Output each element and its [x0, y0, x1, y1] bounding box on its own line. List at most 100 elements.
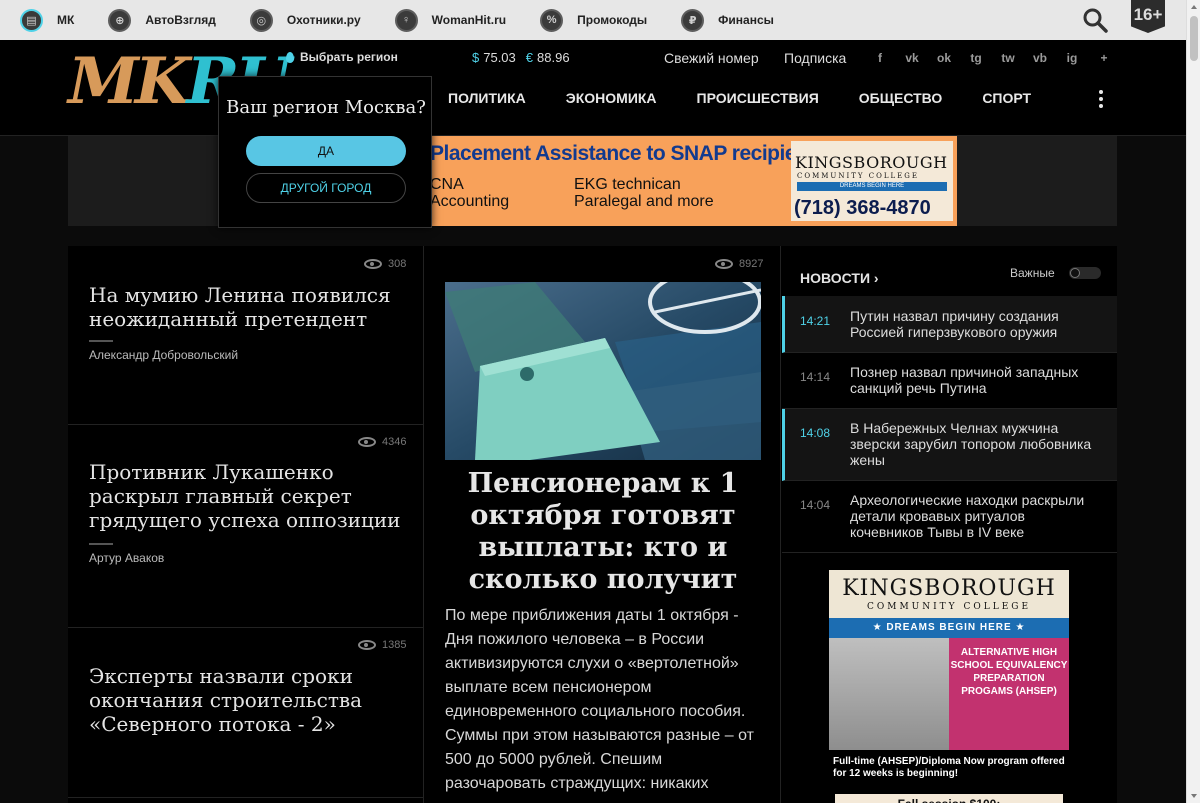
viber-icon[interactable]: vb [1030, 48, 1050, 68]
eye-icon [364, 259, 382, 269]
news-item[interactable]: 14:14 Познер назвал причиной западных са… [782, 353, 1117, 409]
currency-rates: $75.03 €88.96 [472, 50, 570, 65]
topbar-item-womanhit[interactable]: ♀ WomanHit.ru [394, 0, 506, 40]
news-item[interactable]: 14:21 Путин назвал причину создания Росс… [782, 296, 1117, 353]
nav-politics[interactable]: ПОЛИТИКА [448, 90, 526, 106]
region-popup: Ваш регион Москва? ДА ДРУГОЙ ГОРОД [218, 76, 432, 228]
region-select-link[interactable]: Выбрать регион [286, 50, 398, 64]
article-card[interactable]: 1385 Эксперты назвали сроки окончания ст… [68, 628, 424, 798]
scroll-thumb[interactable] [1190, 16, 1198, 61]
side-ad-fall: Fall session $100: [835, 794, 1063, 803]
article-author[interactable]: Александр Добровольский [89, 348, 238, 362]
twitter-icon[interactable]: tw [998, 48, 1018, 68]
view-count-value: 4346 [382, 436, 407, 448]
important-toggle[interactable] [1068, 267, 1101, 279]
eye-icon [358, 437, 376, 447]
main-article-lead: По мере приближения даты 1 октября - Дня… [445, 607, 754, 792]
facebook-icon[interactable]: f [870, 48, 890, 68]
eye-icon [715, 259, 733, 269]
article-card[interactable]: 4346 Противник Лукашенко раскрыл главный… [68, 425, 424, 628]
percent-icon: % [540, 8, 564, 32]
topbar-item-label: АвтоВзгляд [145, 13, 216, 27]
main-article-photo[interactable] [445, 282, 761, 460]
page-scrollbar[interactable] [1186, 0, 1200, 803]
ad-col1: CNA Accounting [430, 176, 509, 210]
scroll-down-arrow[interactable] [1191, 794, 1197, 798]
topbar-item-label: Охотники.ру [286, 13, 361, 27]
news-text[interactable]: Археологические находки раскрыли детали … [850, 492, 1100, 540]
age-rating-badge: 16+ [1131, 0, 1165, 33]
side-ad-tagline: ★ DREAMS BEGIN HERE ★ [829, 618, 1069, 638]
ad-col2-line: Paralegal and more [574, 193, 714, 210]
region-yes-button[interactable]: ДА [246, 136, 406, 166]
instagram-icon[interactable]: ig [1062, 48, 1082, 68]
topbar-item-label: Промокоды [577, 13, 648, 27]
ad-tagline: DREAMS BEGIN HERE [797, 182, 947, 191]
main-article-title[interactable]: Пенсионерам к 1 октября готовят выплаты:… [445, 468, 761, 596]
pension-certificate-photo [445, 282, 761, 460]
eur-rate: 88.96 [537, 50, 570, 65]
female-icon: ♀ [394, 8, 418, 32]
side-ad-program: ALTERNATIVE HIGH SCHOOL EQUIVALENCY PREP… [949, 638, 1069, 750]
view-count: 8927 [715, 258, 763, 270]
news-item[interactable]: 14:08 В Набережных Челнах мужчина зверск… [782, 409, 1117, 481]
eye-icon [358, 640, 376, 650]
target-icon: ◎ [249, 8, 273, 32]
topbar-item-autovzglyad[interactable]: ⊕ АвтоВзгляд [108, 0, 216, 40]
topbar-item-finance[interactable]: ₽ Финансы [681, 0, 774, 40]
region-select-label: Выбрать регион [300, 50, 398, 64]
content-area: 308 На мумию Ленина появился неожиданный… [68, 246, 1117, 803]
main-article[interactable]: 8927 Пенсионерам к 1 октября готовят вып… [425, 246, 781, 803]
ad-col2: EKG technican Paralegal and more [574, 176, 714, 210]
partner-sites-bar: ▤ МК ⊕ АвтоВзгляд ◎ Охотники.ру ♀ WomanH… [0, 0, 1186, 40]
topbar-item-promocodes[interactable]: % Промокоды [540, 0, 647, 40]
ruble-icon: ₽ [681, 8, 705, 32]
news-item[interactable]: 14:04 Археологические находки раскрыли д… [782, 481, 1117, 553]
news-time: 14:14 [800, 370, 831, 384]
ad-banner[interactable]: Placement Assistance to SNAP recipients … [430, 136, 957, 226]
search-icon[interactable] [1082, 7, 1108, 33]
odnoklassniki-icon[interactable]: ok [934, 48, 954, 68]
side-ad[interactable]: KINGSBOROUGH COMMUNITY COLLEGE ★ DREAMS … [829, 570, 1069, 803]
logo-mk: MK [68, 44, 190, 119]
fresh-issue-link[interactable]: Свежий номер [664, 50, 759, 66]
subscription-link[interactable]: Подписка [784, 50, 846, 66]
important-filter[interactable]: Важные [1010, 266, 1101, 280]
news-header-link[interactable]: НОВОСТИ › [800, 270, 879, 286]
ad-brand-name: KINGSBOROUGH [795, 153, 948, 172]
more-menu-icon[interactable] [1099, 90, 1105, 108]
ad-col1-line: Accounting [430, 193, 510, 210]
news-text[interactable]: Путин назвал причину создания Россией ги… [850, 308, 1100, 340]
news-text[interactable]: Познер назвал причиной западных санкций … [850, 364, 1100, 396]
article-title[interactable]: На мумию Ленина появился неожиданный пре… [89, 283, 409, 331]
nav-sport[interactable]: СПОРТ [982, 90, 1031, 106]
article-card[interactable]: 308 На мумию Ленина появился неожиданный… [68, 246, 424, 425]
ad-col2-line: EKG technican [574, 176, 681, 193]
usd-rate: 75.03 [483, 50, 516, 65]
view-count: 1385 [358, 639, 406, 651]
news-feed: НОВОСТИ › Важные 14:21 Путин назвал прич… [782, 246, 1117, 803]
topbar-item-label: МК [57, 13, 75, 27]
topbar-item-mk[interactable]: ▤ МК [20, 0, 74, 40]
more-social-icon[interactable]: + [1094, 48, 1114, 68]
dollar-symbol: $ [472, 50, 480, 65]
euro-symbol: € [525, 50, 534, 65]
nav-economy[interactable]: ЭКОНОМИКА [566, 90, 657, 106]
article-title[interactable]: Эксперты назвали сроки окончания строите… [89, 664, 409, 736]
article-author[interactable]: Артур Аваков [89, 551, 164, 565]
article-title[interactable]: Противник Лукашенко раскрыл главный секр… [89, 460, 409, 532]
telegram-icon[interactable]: tg [966, 48, 986, 68]
social-links: f vk ok tg tw vb ig + [870, 48, 1114, 68]
left-articles: 308 На мумию Ленина появился неожиданный… [68, 246, 424, 803]
nav-incidents[interactable]: ПРОИСШЕСТВИЯ [697, 90, 819, 106]
location-pin-icon [286, 51, 294, 63]
news-time: 14:08 [800, 426, 831, 440]
vk-icon[interactable]: vk [902, 48, 922, 68]
nav-society[interactable]: ОБЩЕСТВО [859, 90, 943, 106]
region-other-city-button[interactable]: ДРУГОЙ ГОРОД [246, 173, 406, 203]
news-text[interactable]: В Набережных Челнах мужчина зверски зару… [850, 420, 1100, 468]
view-count: 308 [364, 258, 406, 270]
topbar-item-ohotniki[interactable]: ◎ Охотники.ру [249, 0, 361, 40]
scroll-up-arrow[interactable] [1191, 5, 1197, 9]
chevron-right-icon: › [873, 270, 879, 286]
